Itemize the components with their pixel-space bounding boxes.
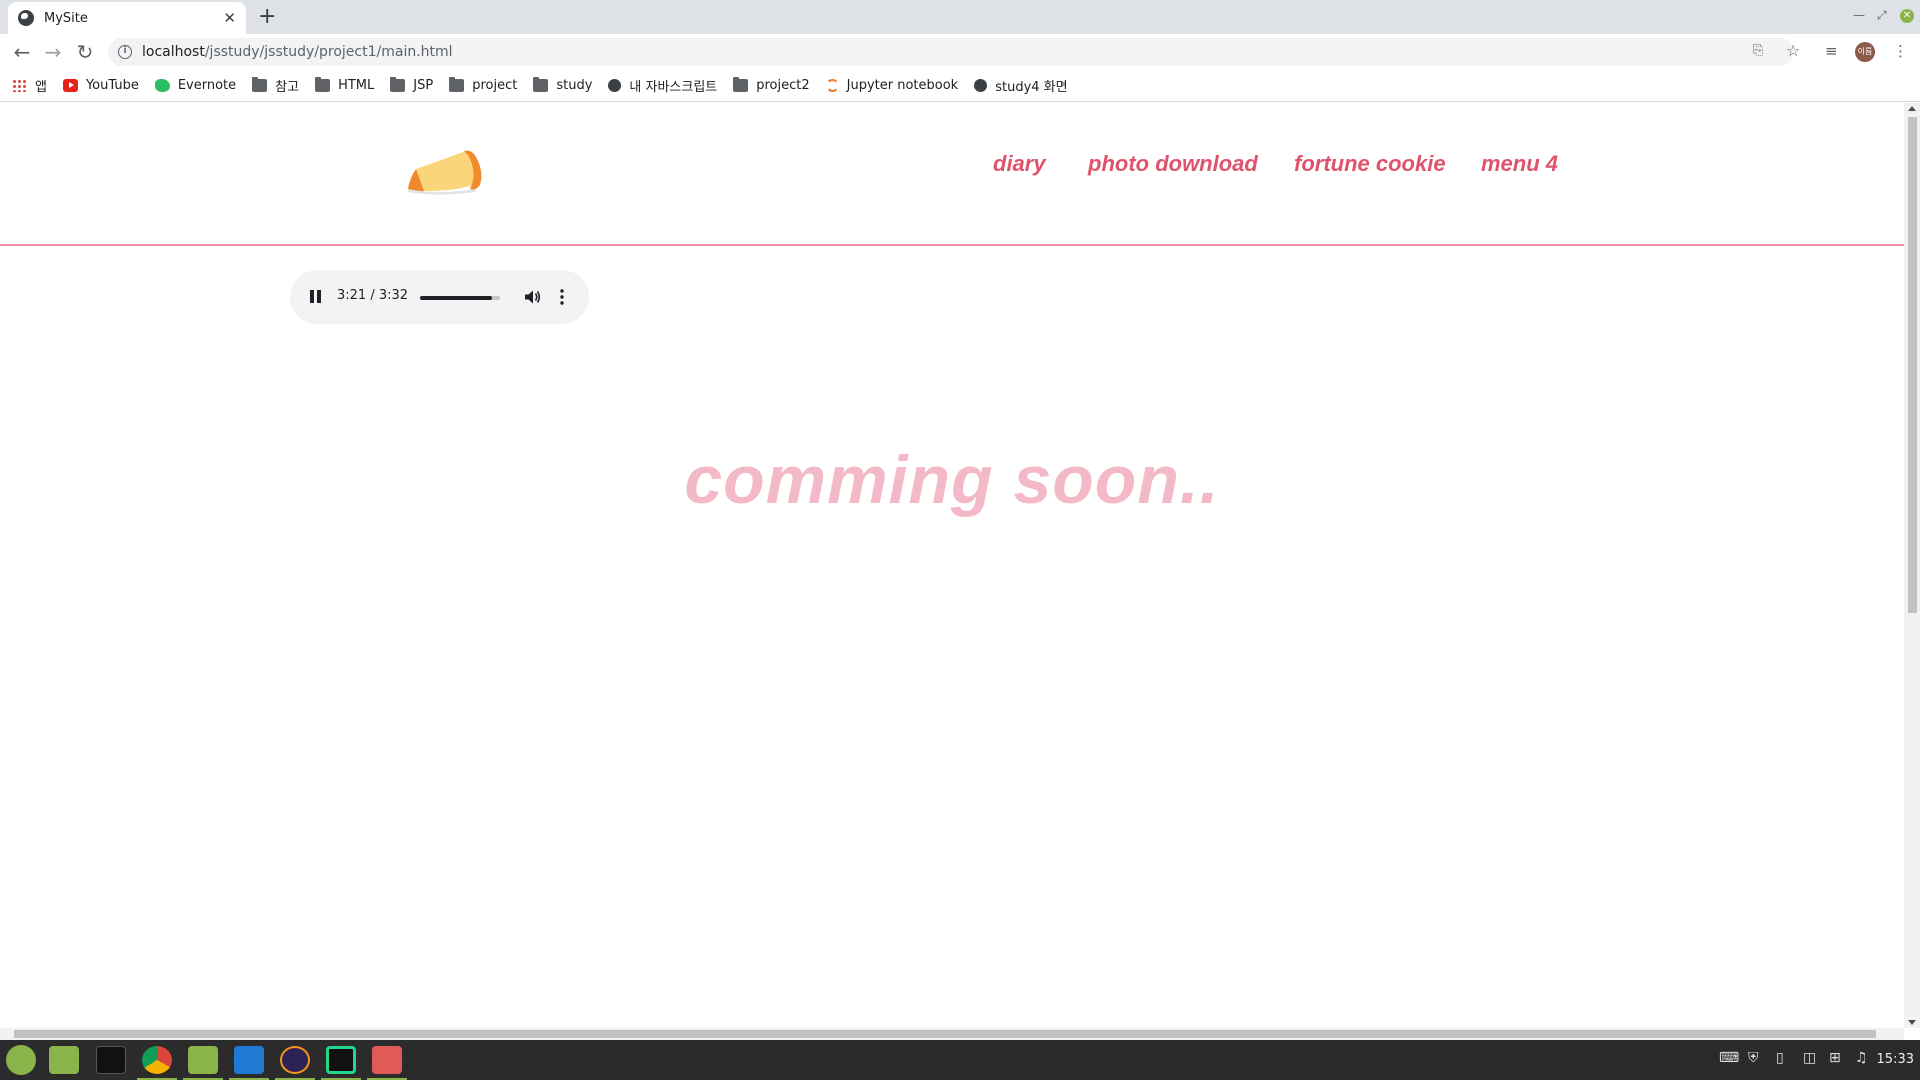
- coming-soon-text: comming soon..: [684, 442, 1220, 518]
- folder-icon: [315, 77, 331, 92]
- bookmark-label: YouTube: [85, 78, 139, 93]
- bookmark-folder-study[interactable]: study: [533, 77, 593, 93]
- bookmark-study4[interactable]: study4 화면: [974, 76, 1068, 95]
- more-options-icon[interactable]: [560, 288, 564, 306]
- browser-toolbar: ← → ↻ i localhost/jsstudy/jsstudy/projec…: [0, 34, 1920, 70]
- header-divider: [0, 244, 1904, 246]
- bookmark-label: Jupyter notebook: [846, 78, 959, 93]
- keyboard-icon[interactable]: ⌨: [1719, 1050, 1739, 1066]
- evernote-icon: [154, 79, 170, 92]
- youtube-icon: [62, 79, 78, 92]
- pycharm-icon[interactable]: [326, 1046, 356, 1074]
- taskbar: ⌨ ⛨ ▯ ◫ ⊞ ♫ 15:33: [0, 1040, 1920, 1080]
- bookmark-jupyter[interactable]: Jupyter notebook: [825, 78, 959, 93]
- url-host: localhost: [142, 44, 205, 60]
- shield-icon[interactable]: ⛨: [1748, 1050, 1759, 1066]
- bookmark-folder-html[interactable]: HTML: [315, 77, 375, 93]
- bookmark-apps[interactable]: 앱: [12, 76, 47, 95]
- bookmark-label: 앱: [35, 80, 47, 95]
- browser-menu-icon[interactable]: ⋮: [1893, 42, 1908, 60]
- globe-icon: [608, 79, 622, 92]
- bookmark-my-javascript[interactable]: 내 자바스크립트: [608, 76, 717, 95]
- mint-menu-icon[interactable]: [6, 1045, 36, 1075]
- audio-seek-bar[interactable]: [420, 296, 500, 300]
- bookmark-star-icon[interactable]: ☆: [1786, 41, 1800, 60]
- window-close-icon[interactable]: ✕: [1900, 9, 1914, 23]
- page-viewport: diary photo download fortune cookie menu…: [0, 103, 1904, 1028]
- bookmark-folder-ref[interactable]: 참고: [252, 76, 299, 95]
- tab-strip: MySite ◀) ✕ + — ⤢ ✕: [0, 0, 1920, 223]
- media-control-icon[interactable]: ≡: [1825, 42, 1838, 60]
- site-logo[interactable]: [406, 147, 488, 205]
- address-bar[interactable]: i localhost/jsstudy/jsstudy/project1/mai…: [108, 38, 1794, 66]
- bookmark-label: 내 자바스크립트: [629, 80, 718, 95]
- audio-time: 3:21 / 3:32: [337, 288, 409, 303]
- files-icon[interactable]: [188, 1046, 218, 1074]
- minimize-icon[interactable]: —: [1853, 8, 1865, 22]
- apps-icon: [12, 79, 27, 92]
- nav-diary[interactable]: diary: [993, 151, 1046, 177]
- globe-icon: [974, 79, 988, 92]
- folder-icon: [533, 77, 549, 92]
- bookmark-label: Evernote: [177, 78, 237, 93]
- audio-player: 3:21 / 3:32: [290, 270, 589, 324]
- bookmark-label: study4 화면: [995, 80, 1068, 95]
- network-icon[interactable]: ⊞: [1829, 1050, 1841, 1066]
- jupyter-icon: [825, 79, 839, 92]
- folder-icon: [252, 77, 268, 92]
- bookmark-label: study: [556, 78, 593, 93]
- volume-icon[interactable]: [523, 288, 541, 306]
- back-icon[interactable]: ←: [10, 40, 34, 64]
- bookmark-label: project2: [756, 78, 810, 93]
- clock: 15:33: [1876, 1052, 1914, 1067]
- sound-icon[interactable]: ♫: [1855, 1050, 1868, 1066]
- restore-icon[interactable]: ⤢: [1877, 8, 1887, 23]
- tab-close-icon[interactable]: ✕: [223, 9, 236, 27]
- bookmarks-bar: 앱 YouTube Evernote 참고 HTML JSP project s…: [0, 70, 1920, 102]
- url-path: /jsstudy/jsstudy/project1/main.html: [204, 44, 453, 60]
- translate-icon[interactable]: ⎘: [1753, 43, 1763, 58]
- nav-fortune-cookie[interactable]: fortune cookie: [1294, 151, 1446, 177]
- file-manager-icon[interactable]: [49, 1046, 79, 1074]
- browser-tab[interactable]: MySite ◀) ✕: [8, 2, 597, 223]
- clipboard-icon[interactable]: ▯: [1776, 1050, 1784, 1066]
- horizontal-scrollbar[interactable]: [0, 1028, 1904, 1040]
- scroll-down-icon[interactable]: [1908, 1020, 1916, 1025]
- viewer-icon[interactable]: [372, 1046, 402, 1074]
- tab-title: MySite: [44, 10, 88, 26]
- terminal-icon[interactable]: [96, 1046, 126, 1074]
- bookmark-folder-project2[interactable]: project2: [733, 77, 810, 93]
- pause-icon[interactable]: [310, 290, 322, 304]
- site-info-icon[interactable]: i: [118, 45, 132, 59]
- bookmark-label: JSP: [413, 78, 434, 93]
- forward-icon[interactable]: →: [41, 40, 65, 64]
- bookmark-label: project: [472, 78, 518, 93]
- bookmark-label: HTML: [338, 78, 375, 93]
- nav-menu-4[interactable]: menu 4: [1481, 151, 1558, 177]
- globe-icon: [18, 10, 34, 26]
- profile-avatar[interactable]: 이름: [1855, 42, 1875, 62]
- folder-icon: [733, 77, 749, 92]
- vertical-scrollbar[interactable]: [1904, 103, 1920, 1028]
- bookmark-folder-jsp[interactable]: JSP: [390, 77, 434, 93]
- bookmark-label: 참고: [275, 80, 300, 95]
- scroll-up-icon[interactable]: [1908, 106, 1916, 111]
- eclipse-icon[interactable]: [280, 1046, 310, 1074]
- folder-icon: [449, 77, 465, 92]
- bookmark-evernote[interactable]: Evernote: [154, 78, 237, 93]
- vertical-scroll-thumb[interactable]: [1908, 117, 1917, 613]
- new-tab-button[interactable]: +: [258, 4, 276, 30]
- horizontal-scroll-thumb[interactable]: [14, 1030, 1876, 1038]
- display-icon[interactable]: ◫: [1803, 1050, 1816, 1066]
- nav-photo-download[interactable]: photo download: [1088, 151, 1258, 177]
- bookmark-youtube[interactable]: YouTube: [62, 78, 139, 93]
- bookmark-folder-project[interactable]: project: [449, 77, 518, 93]
- audio-seek-fill: [420, 296, 492, 300]
- folder-icon: [390, 77, 406, 92]
- chrome-icon[interactable]: [142, 1046, 172, 1074]
- reload-icon[interactable]: ↻: [73, 40, 97, 64]
- vscode-icon[interactable]: [234, 1046, 264, 1074]
